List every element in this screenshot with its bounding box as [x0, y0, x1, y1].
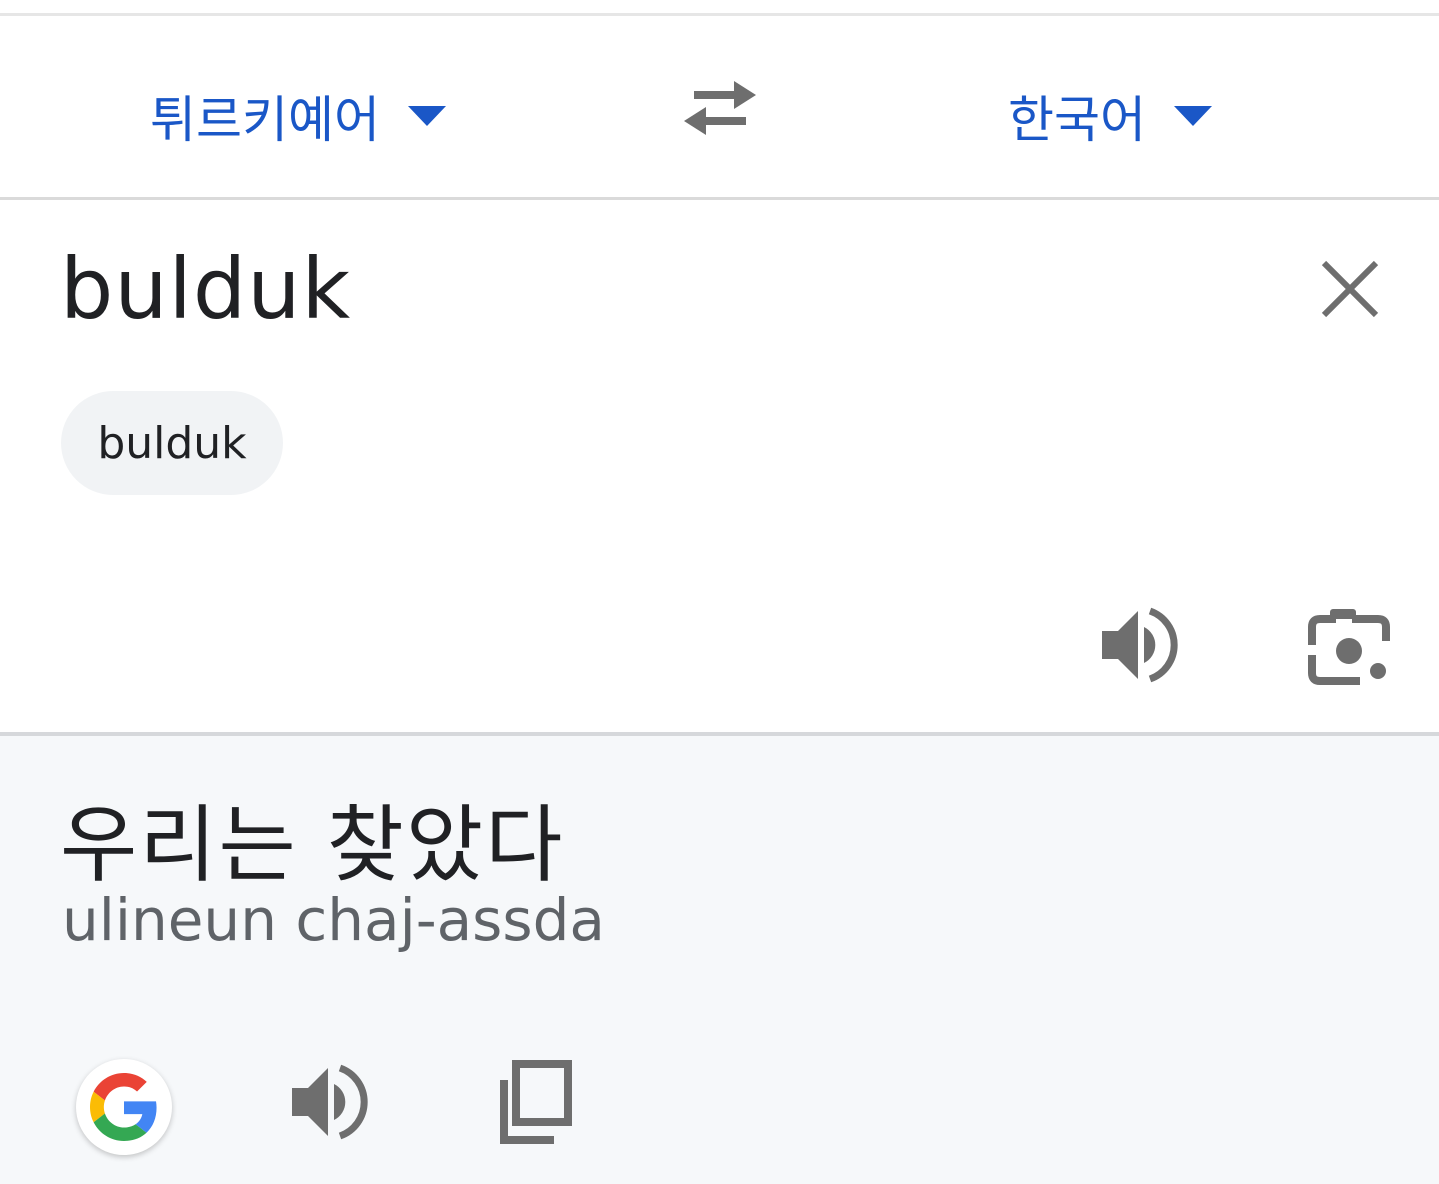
google-g-icon [90, 1073, 158, 1141]
listen-source-button[interactable] [1100, 605, 1180, 685]
speaker-icon [290, 1062, 370, 1142]
source-language-label: 튀르키예어 [150, 91, 380, 149]
source-language-selector[interactable]: 튀르키예어 [150, 76, 446, 156]
suggestion-chip-label: bulduk [97, 417, 247, 469]
output-panel: 우리는 찾았다 ulineun chaj-assda [0, 736, 1439, 1184]
suggestion-chip[interactable]: bulduk [61, 391, 283, 495]
target-language-selector[interactable]: 한국어 [1008, 76, 1212, 156]
copy-icon [498, 1058, 578, 1148]
speaker-icon [1100, 605, 1180, 685]
language-bar: 튀르키예어 한국어 [0, 16, 1439, 198]
input-panel: bulduk bulduk [0, 200, 1439, 732]
translate-app: 튀르키예어 한국어 bulduk bulduk 우리는 찾았다 ulineun … [0, 0, 1439, 1184]
transliteration-text: ulineun chaj-assda [62, 886, 605, 954]
target-language-label: 한국어 [1008, 91, 1146, 149]
chevron-down-icon [408, 106, 446, 126]
google-search-button[interactable] [76, 1059, 172, 1155]
camera-lens-button[interactable] [1308, 605, 1392, 689]
swap-arrows-icon [682, 78, 758, 138]
source-text-input[interactable]: bulduk [60, 240, 351, 338]
translation-text: 우리는 찾았다 [60, 796, 565, 894]
chevron-down-icon [1174, 106, 1212, 126]
swap-languages-button[interactable] [680, 76, 760, 140]
camera-lens-icon [1308, 605, 1392, 689]
close-icon [1320, 259, 1380, 319]
copy-translation-button[interactable] [498, 1058, 578, 1148]
listen-translation-button[interactable] [290, 1062, 370, 1142]
clear-input-button[interactable] [1316, 255, 1384, 323]
